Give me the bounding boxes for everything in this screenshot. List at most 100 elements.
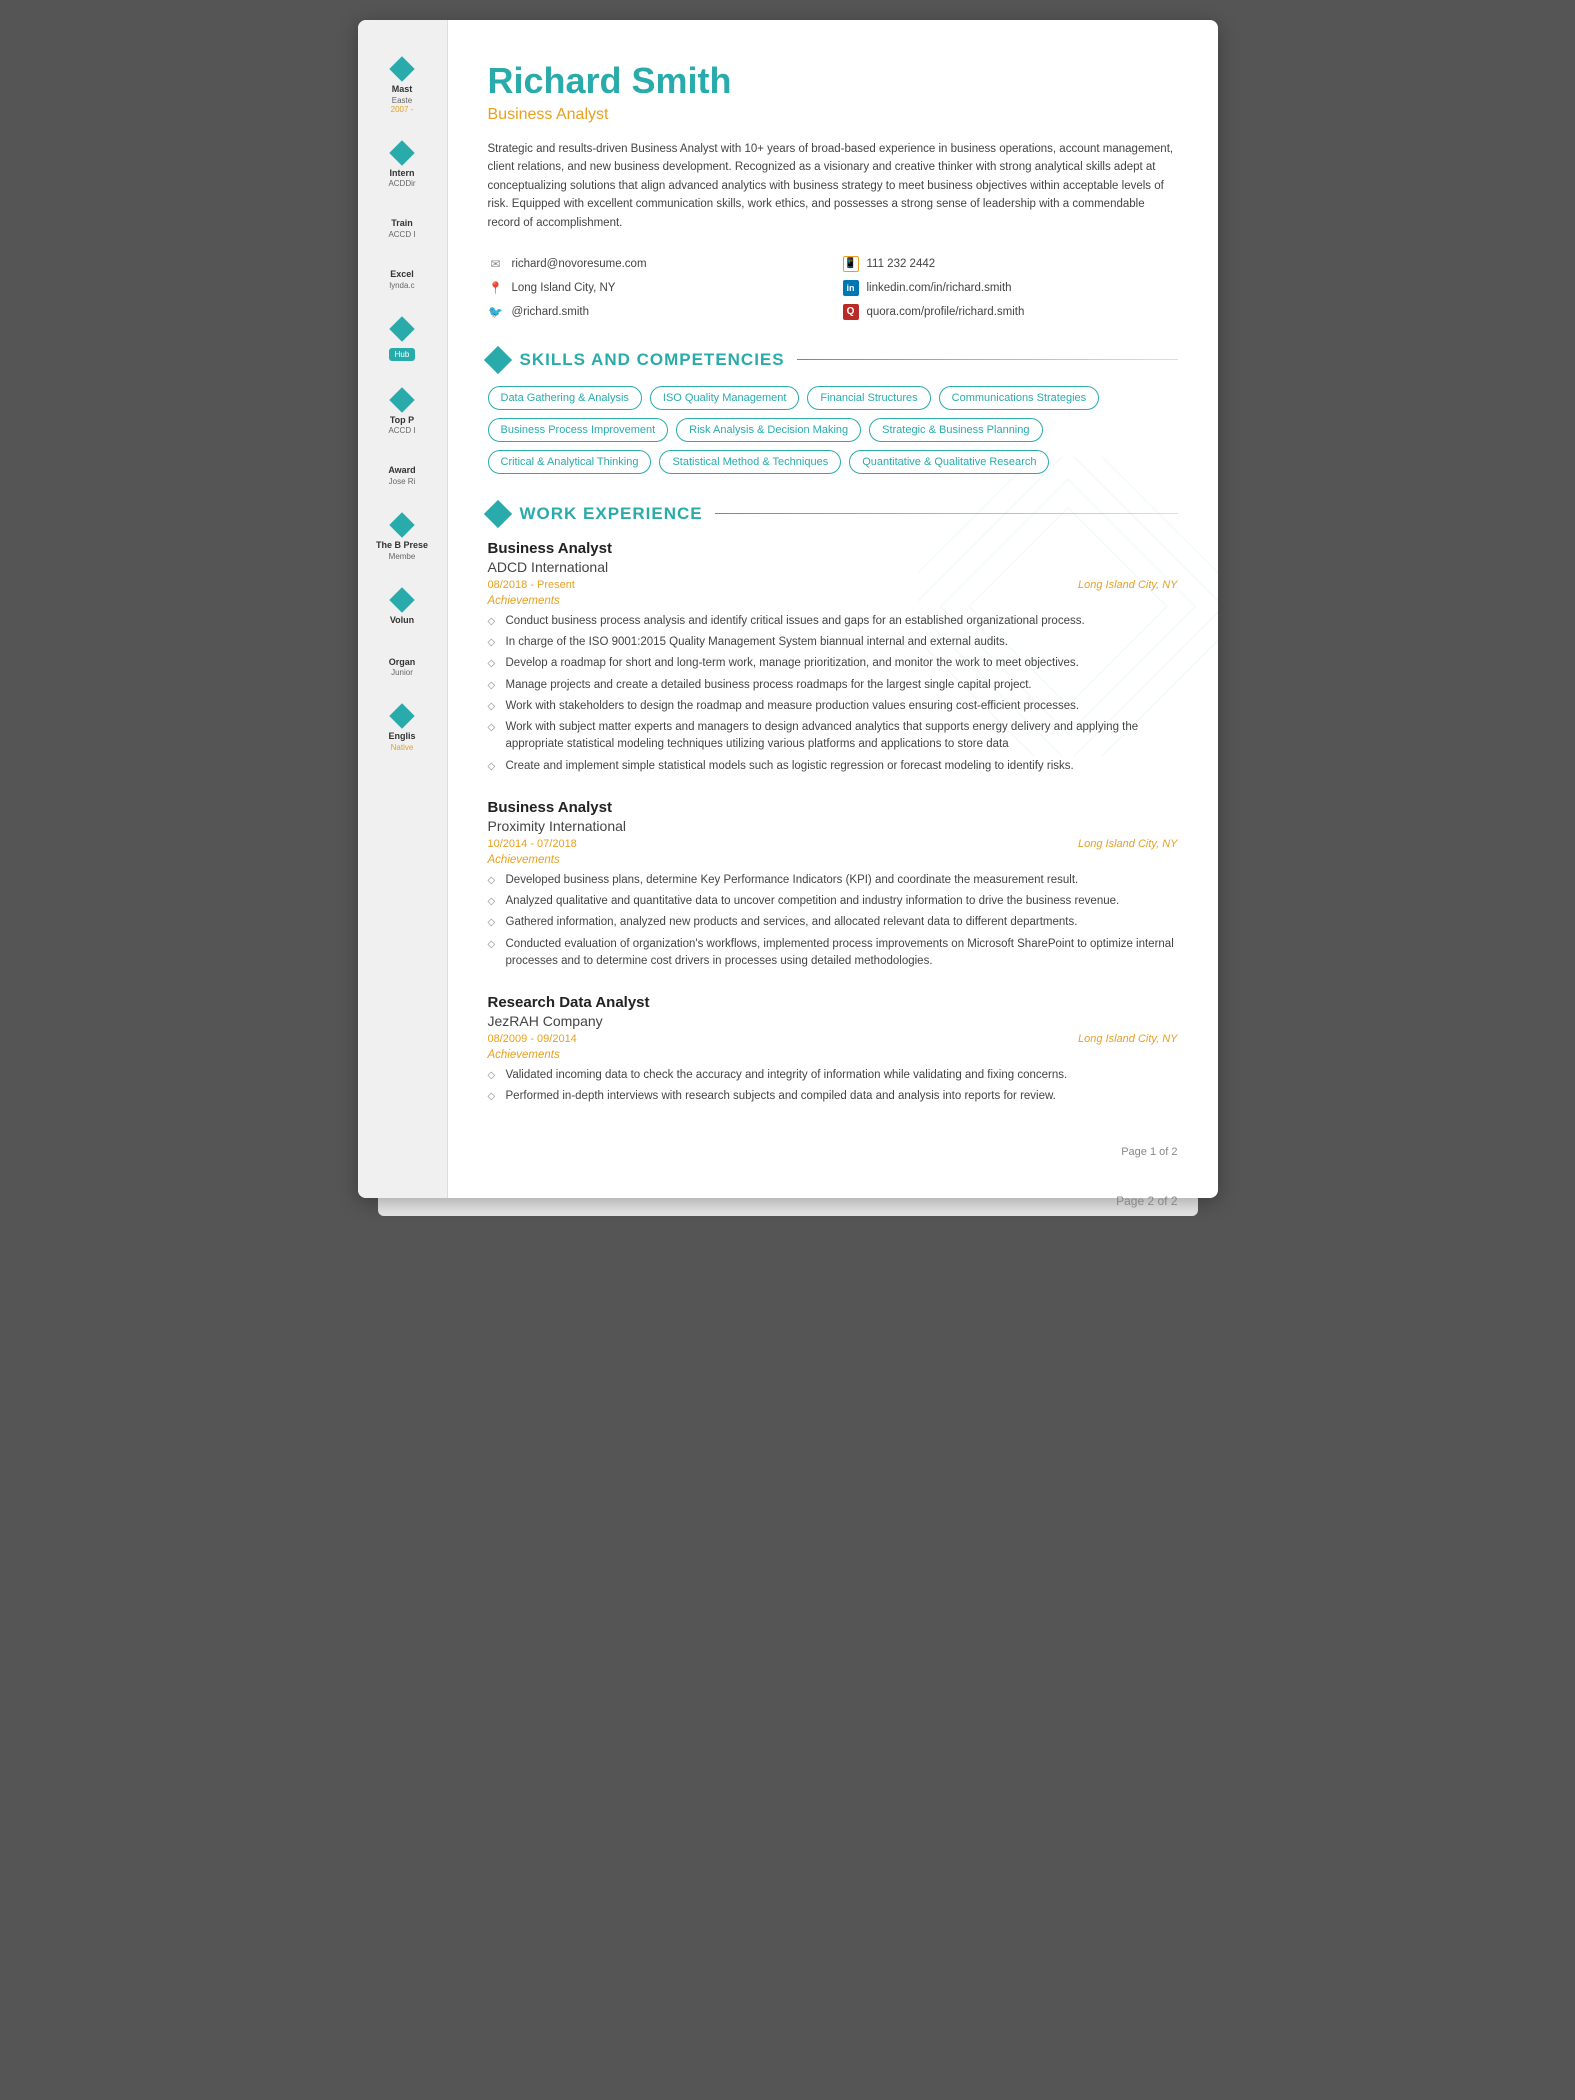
sidebar-diamond-icon-4	[389, 387, 414, 412]
location-value: Long Island City, NY	[512, 282, 616, 294]
sidebar-item-topp: Top P ACCD I	[358, 391, 447, 436]
twitter-icon: 🐦	[488, 304, 504, 320]
skill-tag-6: Strategic & Business Planning	[869, 418, 1042, 442]
job-1-achievement-4: Work with stakeholders to design the roa…	[488, 698, 1178, 715]
job-3-location: Long Island City, NY	[1078, 1033, 1177, 1045]
linkedin-icon: in	[843, 280, 859, 296]
phone-icon: 📱	[843, 256, 859, 272]
contact-linkedin: in linkedin.com/in/richard.smith	[843, 280, 1178, 296]
job-3-title: Research Data Analyst	[488, 994, 1178, 1011]
skill-tag-7: Critical & Analytical Thinking	[488, 450, 652, 474]
job-3-meta: 08/2009 - 09/2014 Long Island City, NY	[488, 1033, 1178, 1045]
candidate-header: Richard Smith Business Analyst	[488, 60, 1178, 124]
job-3-achievement-0: Validated incoming data to check the acc…	[488, 1067, 1178, 1084]
sidebar-item-hub: Hub	[358, 320, 447, 361]
sidebar-item-award: Award Jose Ri	[358, 465, 447, 486]
job-1-company: ADCD International	[488, 559, 1178, 575]
sidebar: Mast Easte 2007 - Intern ACDDir Train AC…	[358, 20, 448, 1198]
job-1-location: Long Island City, NY	[1078, 579, 1177, 591]
skill-tag-3: Communications Strategies	[939, 386, 1100, 410]
contact-phone: 📱 111 232 2442	[843, 256, 1178, 272]
sidebar-item-excel: Excel lynda.c	[358, 269, 447, 290]
job-2-company: Proximity International	[488, 818, 1178, 834]
page2-label: Page 2 of 2	[1116, 1194, 1177, 1208]
sidebar-item-organ: Organ Junior	[358, 657, 447, 678]
job-2-achievement-1: Analyzed qualitative and quantitative da…	[488, 893, 1178, 910]
quora-value: quora.com/profile/richard.smith	[867, 306, 1025, 318]
email-icon: ✉	[488, 256, 504, 272]
contact-location: 📍 Long Island City, NY	[488, 280, 823, 296]
job-1: Business Analyst ADCD International 08/2…	[488, 540, 1178, 775]
contact-email: ✉ richard@novoresume.com	[488, 256, 823, 272]
skill-tag-9: Quantitative & Qualitative Research	[849, 450, 1049, 474]
sidebar-diamond-icon-6	[389, 587, 414, 612]
sidebar-item-intern: Intern ACDDir	[358, 144, 447, 189]
skill-tag-2: Financial Structures	[807, 386, 930, 410]
sidebar-item-english: Englis Native	[358, 707, 447, 752]
job-1-achievements-list: Conduct business process analysis and id…	[488, 613, 1178, 775]
work-section-line	[715, 513, 1178, 514]
job-2: Business Analyst Proximity International…	[488, 799, 1178, 970]
job-1-title: Business Analyst	[488, 540, 1178, 557]
job-2-achievement-0: Developed business plans, determine Key …	[488, 872, 1178, 889]
sidebar-diamond-icon-7	[389, 703, 414, 728]
job-3-company: JezRAH Company	[488, 1013, 1178, 1029]
location-icon: 📍	[488, 280, 504, 296]
skills-section-line	[797, 359, 1178, 360]
skills-section-title: SKILLS AND COMPETENCIES	[520, 350, 785, 370]
skills-section-header: SKILLS AND COMPETENCIES	[488, 350, 1178, 370]
page-number: Page 1 of 2	[488, 1136, 1178, 1158]
skill-tag-4: Business Process Improvement	[488, 418, 669, 442]
job-2-meta: 10/2014 - 07/2018 Long Island City, NY	[488, 838, 1178, 850]
job-2-dates: 10/2014 - 07/2018	[488, 838, 577, 850]
contact-twitter: 🐦 @richard.smith	[488, 304, 823, 320]
skill-tag-5: Risk Analysis & Decision Making	[676, 418, 861, 442]
job-2-achievements-list: Developed business plans, determine Key …	[488, 872, 1178, 970]
linkedin-value: linkedin.com/in/richard.smith	[867, 282, 1012, 294]
job-3-achievements-label: Achievements	[488, 1049, 1178, 1061]
work-section-header: WORK EXPERIENCE	[488, 504, 1178, 524]
job-3-achievements-list: Validated incoming data to check the acc…	[488, 1067, 1178, 1106]
job-1-achievement-1: In charge of the ISO 9001:2015 Quality M…	[488, 634, 1178, 651]
skill-tag-0: Data Gathering & Analysis	[488, 386, 642, 410]
job-2-location: Long Island City, NY	[1078, 838, 1177, 850]
job-2-title: Business Analyst	[488, 799, 1178, 816]
job-1-achievement-5: Work with subject matter experts and man…	[488, 719, 1178, 754]
sidebar-diamond-icon	[389, 56, 414, 81]
job-1-achievement-2: Develop a roadmap for short and long-ter…	[488, 655, 1178, 672]
contact-grid: ✉ richard@novoresume.com 📱 111 232 2442 …	[488, 256, 1178, 320]
job-1-achievement-3: Manage projects and create a detailed bu…	[488, 677, 1178, 694]
candidate-title: Business Analyst	[488, 106, 1178, 124]
phone-value: 111 232 2442	[867, 258, 936, 270]
contact-quora: Q quora.com/profile/richard.smith	[843, 304, 1178, 320]
job-2-achievement-2: Gathered information, analyzed new produ…	[488, 914, 1178, 931]
sidebar-item-volun: Volun	[358, 591, 447, 627]
skills-diamond-icon	[483, 346, 511, 374]
sidebar-diamond-icon-3	[389, 316, 414, 341]
email-value: richard@novoresume.com	[512, 258, 647, 270]
skill-tag-8: Statistical Method & Techniques	[659, 450, 841, 474]
skills-grid: Data Gathering & Analysis ISO Quality Ma…	[488, 386, 1178, 474]
job-1-meta: 08/2018 - Present Long Island City, NY	[488, 579, 1178, 591]
job-1-achievements-label: Achievements	[488, 595, 1178, 607]
twitter-value: @richard.smith	[512, 306, 590, 318]
candidate-summary: Strategic and results-driven Business An…	[488, 140, 1178, 232]
resume-page: Mast Easte 2007 - Intern ACDDir Train AC…	[358, 20, 1218, 1198]
page-stack: Page 2 of 2 Mast Easte 2007 -	[358, 20, 1218, 1198]
job-1-achievement-0: Conduct business process analysis and id…	[488, 613, 1178, 630]
job-2-achievement-3: Conducted evaluation of organization's w…	[488, 936, 1178, 971]
skill-tag-1: ISO Quality Management	[650, 386, 800, 410]
quora-icon: Q	[843, 304, 859, 320]
work-diamond-icon	[483, 500, 511, 528]
main-content: Richard Smith Business Analyst Strategic…	[448, 20, 1218, 1198]
sidebar-item-train: Train ACCD I	[358, 218, 447, 239]
job-3-achievement-1: Performed in-depth interviews with resea…	[488, 1088, 1178, 1105]
work-section-title: WORK EXPERIENCE	[520, 504, 703, 524]
job-3: Research Data Analyst JezRAH Company 08/…	[488, 994, 1178, 1106]
sidebar-item-masters: Mast Easte 2007 -	[358, 60, 447, 114]
job-3-dates: 08/2009 - 09/2014	[488, 1033, 577, 1045]
sidebar-item-theb: The B Prese Membe	[358, 516, 447, 561]
sidebar-diamond-icon-5	[389, 512, 414, 537]
job-1-dates: 08/2018 - Present	[488, 579, 575, 591]
job-2-achievements-label: Achievements	[488, 854, 1178, 866]
